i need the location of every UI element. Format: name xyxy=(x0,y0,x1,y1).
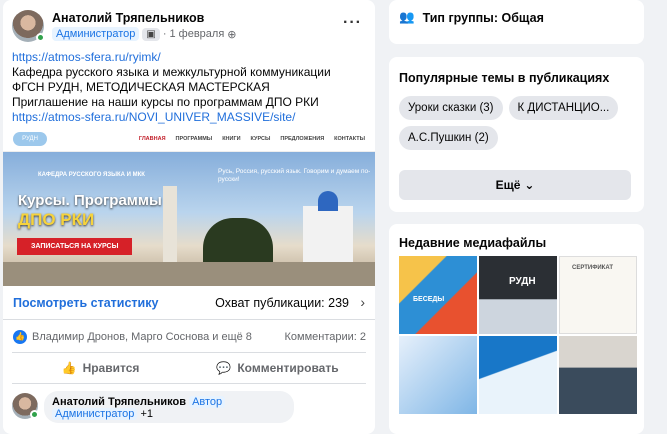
globe-icon: ⊕ xyxy=(227,28,237,41)
comment-bubble: Анатолий Тряпельников Автор Администрато… xyxy=(44,391,294,423)
square-ground xyxy=(3,262,375,286)
topics-title: Популярные темы в публикациях xyxy=(399,71,610,85)
preview-hero-image: КАФЕДРА РУССКОГО ЯЗЫКА И МКК Курсы. Прог… xyxy=(3,152,375,286)
media-caption: СЕРТИФИКАТ xyxy=(572,265,614,271)
post-line: ФГСН РУДН, МЕТОДИЧЕСКАЯ МАСТЕРСКАЯ xyxy=(12,80,270,94)
reaction-names[interactable]: Владимир Дронов, Марго Соснова и ещё 8 xyxy=(32,331,252,343)
post-author[interactable]: Анатолий Тряпельников xyxy=(52,11,204,25)
admin-tools-icon[interactable]: ▣ xyxy=(142,27,160,41)
preview-menu-item: КУРСЫ xyxy=(250,135,271,142)
media-thumbnail[interactable] xyxy=(559,336,637,414)
media-thumbnail[interactable]: СЕРТИФИКАТ xyxy=(559,256,637,334)
post-actions: 👍 Нравится 💬 Комментировать xyxy=(12,352,366,384)
preview-menu-item: КОНТАКТЫ xyxy=(334,135,365,142)
like-reaction-icon: 👍 xyxy=(13,330,27,344)
more-label: Ещё xyxy=(495,178,521,192)
more-options-icon[interactable]: ··· xyxy=(343,14,362,32)
post-text: https://atmos-sfera.ru/ryimk/ Кафедра ру… xyxy=(12,50,369,125)
post-meta: Администратор ▣ · 1 февраля ⊕ xyxy=(52,27,237,41)
more-topics-button[interactable]: Ещё ⌄ xyxy=(399,170,631,200)
post-line: Приглашение на наши курсы по программам … xyxy=(12,95,319,109)
preview-logo: РУДН xyxy=(13,131,47,146)
post-stats: Посмотреть статистику Охват публикации: … xyxy=(3,286,375,320)
preview-menu-item: КНИГИ xyxy=(222,135,241,142)
view-stats-link[interactable]: Посмотреть статистику xyxy=(13,296,158,310)
comment-author[interactable]: Анатолий Тряпельников xyxy=(52,396,186,408)
avatar[interactable] xyxy=(12,10,45,42)
comment-avatar[interactable] xyxy=(12,393,39,419)
reach-label: Охват публикации: 239 xyxy=(215,296,349,310)
media-thumbnail[interactable] xyxy=(399,336,477,414)
topic-chip[interactable]: Уроки сказки (3) xyxy=(399,96,503,120)
media-thumbnail[interactable] xyxy=(479,336,557,414)
bell-tower xyxy=(163,186,177,266)
recent-media-card: Недавние медиафайлы БЕСЕДЫ РУДН СЕРТИФИК… xyxy=(389,224,644,434)
media-caption: РУДН xyxy=(509,276,536,287)
preview-menu-item: ГЛАВНАЯ xyxy=(138,135,166,142)
topic-chips: Уроки сказки (3) К ДИСТАНЦИО... А.С.Пушк… xyxy=(399,96,630,150)
link-preview[interactable]: РУДН ГЛАВНАЯ ПРОГРАММЫ КНИГИ КУРСЫ ПРЕДЛ… xyxy=(3,126,375,286)
extra-tags[interactable]: +1 xyxy=(140,408,153,420)
chevron-right-icon[interactable]: › xyxy=(360,294,365,310)
comments-count[interactable]: Комментарии: 2 xyxy=(284,331,366,343)
comment-icon: 💬 xyxy=(216,361,232,375)
group-type-card: 👥 Тип группы: Общая xyxy=(389,0,644,44)
chevron-down-icon: ⌄ xyxy=(524,178,535,192)
group-type-label: Тип группы: Общая xyxy=(422,10,544,25)
comment-item: Анатолий Тряпельников Автор Администрато… xyxy=(12,391,366,429)
media-title: Недавние медиафайлы xyxy=(399,236,547,250)
topic-chip[interactable]: К ДИСТАНЦИО... xyxy=(508,96,619,120)
reactions-bar: 👍 Владимир Дронов, Марго Соснова и ещё 8… xyxy=(13,328,366,346)
cathedral-dome xyxy=(318,191,338,211)
trees xyxy=(203,218,273,268)
hero-headline-2: ДПО РКИ xyxy=(18,210,95,229)
people-icon: 👥 xyxy=(399,10,415,24)
date-separator: · xyxy=(162,28,167,40)
media-caption: БЕСЕДЫ xyxy=(413,296,445,303)
preview-menu-item: ПРЕДЛОЖЕНИЯ xyxy=(280,135,325,142)
cathedral xyxy=(303,206,353,266)
enroll-button[interactable]: ЗАПИСАТЬСЯ НА КУРСЫ xyxy=(17,238,133,255)
media-grid: БЕСЕДЫ РУДН СЕРТИФИКАТ xyxy=(399,256,637,414)
hero-motto: Русь, Россия, русский язык. Говорим и ду… xyxy=(218,168,371,183)
hero-headline: Курсы. Программы xyxy=(18,192,162,209)
comment-label: Комментировать xyxy=(237,361,339,375)
media-thumbnail[interactable]: РУДН xyxy=(479,256,557,334)
preview-nav: РУДН ГЛАВНАЯ ПРОГРАММЫ КНИГИ КУРСЫ ПРЕДЛ… xyxy=(3,126,375,152)
post-line: Кафедра русского языка и межкультурной к… xyxy=(12,65,331,79)
post-header: Анатолий Тряпельников Администратор ▣ · … xyxy=(12,8,366,44)
popular-topics-card: Популярные темы в публикациях Уроки сказ… xyxy=(389,57,644,212)
topic-chip[interactable]: А.С.Пушкин (2) xyxy=(399,126,498,150)
post-date[interactable]: 1 февраля xyxy=(170,28,225,40)
media-thumbnail[interactable]: БЕСЕДЫ xyxy=(399,256,477,334)
preview-menu: ГЛАВНАЯ ПРОГРАММЫ КНИГИ КУРСЫ ПРЕДЛОЖЕНИ… xyxy=(139,136,365,142)
admin-tag: Администратор xyxy=(52,408,138,420)
role-badge[interactable]: Администратор xyxy=(52,27,140,41)
preview-menu-item: ПРОГРАММЫ xyxy=(175,135,213,142)
like-label: Нравится xyxy=(82,361,140,375)
comment-button[interactable]: 💬 Комментировать xyxy=(189,353,366,383)
post-link-1[interactable]: https://atmos-sfera.ru/ryimk/ xyxy=(12,50,369,65)
hero-tagline: КАФЕДРА РУССКОГО ЯЗЫКА И МКК xyxy=(38,172,145,178)
post-card: Анатолий Тряпельников Администратор ▣ · … xyxy=(3,0,375,434)
post-link-2[interactable]: https://atmos-sfera.ru/NOVI_UNIVER_MASSI… xyxy=(12,110,369,125)
online-indicator xyxy=(36,33,45,42)
online-indicator xyxy=(30,410,39,419)
like-button[interactable]: 👍 Нравится xyxy=(12,353,189,383)
group-type-row: 👥 Тип группы: Общая xyxy=(399,10,544,25)
author-tag: Автор xyxy=(189,396,226,408)
thumbs-up-icon: 👍 xyxy=(61,361,77,375)
